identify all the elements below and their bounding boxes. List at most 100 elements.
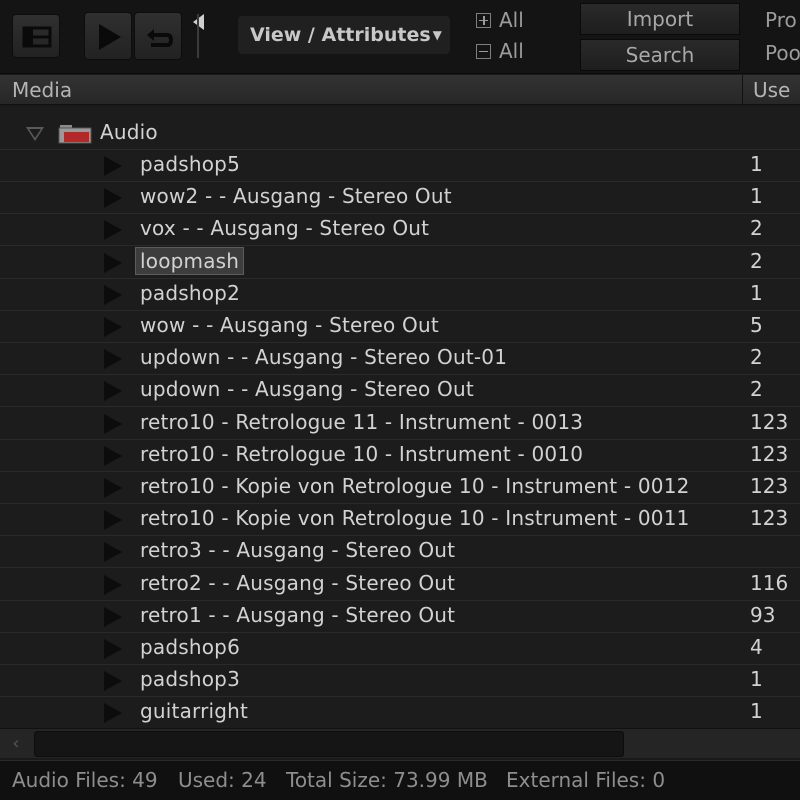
item-name: padshop2 [140,280,240,305]
disclosure-closed-icon[interactable] [104,284,122,305]
toolbar: View / Attributes ▼ All All Import Search… [0,0,800,74]
disclosure-closed-icon[interactable] [104,542,122,563]
search-button[interactable]: Search [580,39,740,71]
item-name: padshop6 [140,635,240,659]
item-name: padshop3 [140,667,240,692]
item-name: wow - - Ausgang - Stereo Out [140,313,439,337]
list-item[interactable]: padshop3 1 [0,665,800,698]
disclosure-closed-icon[interactable] [104,381,122,402]
column-header: Media Use [0,75,800,105]
item-name: updown - - Ausgang - Stereo Out [140,377,474,402]
item-use-count: 2 [750,248,763,273]
item-name: retro10 - Kopie von Retrologue 10 - Inst… [140,506,690,531]
item-use-count: 2 [750,345,763,370]
disclosure-open-icon[interactable] [26,127,44,141]
disclosure-closed-icon[interactable] [104,574,122,595]
disclosure-closed-icon[interactable] [104,156,122,176]
total-size: Total Size: 73.99 MB [286,768,488,792]
disclosure-closed-icon[interactable] [104,703,122,724]
item-use-count: 1 [750,152,763,176]
media-list: Audio padshop5 1 wow2 - - Ausgang - Stereo… [0,106,800,728]
disclosure-closed-icon[interactable] [104,252,122,273]
item-use-count: 2 [750,216,763,241]
disclosure-closed-icon[interactable] [104,445,122,466]
list-item[interactable]: padshop2 1 [0,279,800,311]
toolbar-right-label-top[interactable]: Pro [765,8,797,32]
list-item[interactable]: updown - - Ausgang - Stereo Out 2 [0,375,800,408]
item-use-count: 116 [750,570,789,595]
disclosure-closed-icon[interactable] [104,317,122,337]
view-attributes-menu[interactable]: View / Attributes ▼ [238,16,450,54]
status-bar: Audio Files: 49 Used: 24 Total Size: 73.… [0,760,800,800]
scroll-left-icon[interactable]: ‹ [4,733,28,755]
disclosure-closed-icon[interactable] [104,478,122,498]
item-name: guitarright [140,699,249,724]
layout-icon [22,26,52,48]
list-item[interactable]: vox - - Ausgang - Stereo Out 2 [0,214,800,247]
item-name: retro3 - - Ausgang - Stereo Out [140,538,456,563]
list-item[interactable]: retro10 - Kopie von Retrologue 10 - Inst… [0,504,800,537]
item-use-count: 123 [750,441,789,466]
item-use-count: 123 [750,474,789,498]
disclosure-closed-icon[interactable] [104,606,122,627]
list-item[interactable]: wow2 - - Ausgang - Stereo Out 1 [0,182,800,215]
item-name: padshop5 [140,152,240,176]
use-column-header[interactable]: Use [742,75,800,105]
loop-button[interactable] [134,12,182,60]
item-name: retro10 - Retrologue 11 - Instrument - 0… [140,409,584,434]
list-item[interactable]: retro1 - - Ausgang - Stereo Out 93 [0,601,800,633]
used-count: Used: 24 [178,768,267,792]
scrollbar-thumb[interactable] [34,731,624,757]
item-use-count: 93 [750,602,776,627]
list-item[interactable]: guitarright 1 [0,697,800,728]
list-item[interactable]: loopmash 2 [0,246,800,279]
item-name: vox - - Ausgang - Stereo Out [140,216,430,241]
list-item[interactable]: retro10 - Retrologue 11 - Instrument - 0… [0,408,800,440]
disclosure-closed-icon[interactable] [104,220,122,241]
audio-folder-row[interactable]: Audio [0,118,800,150]
caret-down-icon: ▼ [432,28,442,42]
toolbar-right-label-bottom[interactable]: Poo [765,41,800,65]
list-item[interactable]: retro2 - - Ausgang - Stereo Out 116 [0,569,800,601]
disclosure-closed-icon[interactable] [104,510,122,531]
horizontal-scrollbar[interactable]: ‹ [0,728,800,758]
list-item[interactable]: retro10 - Kopie von Retrologue 10 - Inst… [0,472,800,504]
expand-all-button[interactable]: All [476,8,524,32]
list-item[interactable]: updown - - Ausgang - Stereo Out-01 2 [0,343,800,376]
disclosure-closed-icon[interactable] [104,639,122,659]
disclosure-closed-icon[interactable] [104,413,122,434]
play-button[interactable] [84,12,132,60]
item-use-count: 1 [750,667,763,692]
media-column-header[interactable]: Media [12,78,72,102]
item-use-count: 5 [750,313,763,337]
item-use-count: 1 [750,184,763,209]
item-use-count: 123 [750,506,789,531]
external-files-count: External Files: 0 [506,768,666,792]
list-item[interactable]: padshop6 4 [0,633,800,665]
audio-files-count: Audio Files: 49 [12,768,158,792]
item-name: updown - - Ausgang - Stereo Out-01 [140,345,508,370]
item-name: wow2 - - Ausgang - Stereo Out [140,184,452,209]
layout-toggle-button[interactable] [12,14,60,58]
item-name: retro2 - - Ausgang - Stereo Out [140,570,456,595]
list-item[interactable]: padshop5 1 [0,150,800,182]
item-name: loopmash [135,246,245,275]
item-use-count: 1 [750,280,763,305]
disclosure-closed-icon[interactable] [104,349,122,370]
item-use-count: 123 [750,409,789,434]
audio-folder-icon [58,125,92,144]
disclosure-closed-icon[interactable] [104,188,122,209]
audio-folder-label: Audio [100,120,158,144]
item-name: retro1 - - Ausgang - Stereo Out [140,602,456,627]
collapse-all-button[interactable]: All [476,39,524,63]
list-item[interactable]: retro10 - Retrologue 10 - Instrument - 0… [0,440,800,472]
list-item[interactable]: wow - - Ausgang - Stereo Out 5 [0,311,800,343]
list-item[interactable]: retro3 - - Ausgang - Stereo Out [0,536,800,569]
loop-icon [147,29,174,47]
item-use-count: 2 [750,377,763,402]
volume-slider[interactable] [186,10,210,62]
import-button[interactable]: Import [580,3,740,35]
play-icon [99,24,121,50]
plus-square-icon [476,12,491,28]
disclosure-closed-icon[interactable] [104,671,122,692]
